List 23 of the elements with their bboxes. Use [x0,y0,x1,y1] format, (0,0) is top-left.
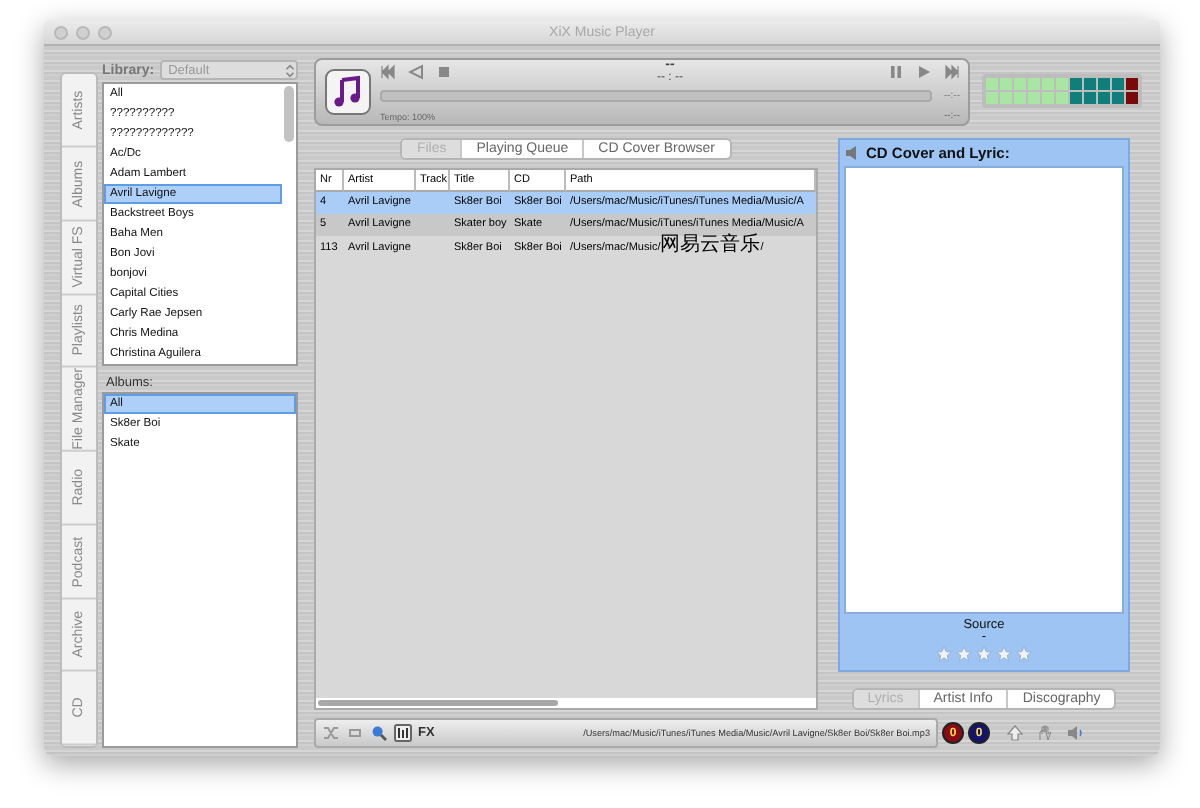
stop-icon[interactable] [436,64,452,80]
speaker-icon[interactable] [1066,724,1084,742]
progress-track[interactable] [380,90,932,102]
dropdown-arrows-icon [284,63,296,77]
star-icon[interactable] [976,646,992,662]
star-icon[interactable] [996,646,1012,662]
scrollbar[interactable] [318,700,558,706]
upload-icon[interactable] [1006,724,1024,742]
shuffle-icon[interactable] [322,724,340,742]
star-icon[interactable] [936,646,952,662]
star-icon[interactable] [1016,646,1032,662]
hand-icon[interactable] [1036,724,1054,742]
previous-icon[interactable] [380,64,396,80]
search-icon[interactable] [370,724,388,742]
music-note-icon [324,68,372,116]
reverse-icon[interactable] [408,64,424,80]
equalizer-icon[interactable] [394,724,412,742]
scrollbar[interactable] [284,86,294,142]
star-icon[interactable] [956,646,972,662]
next-icon[interactable] [944,64,960,80]
play-icon[interactable] [916,64,932,80]
speaker-icon [844,144,862,162]
pause-icon[interactable] [888,64,904,80]
